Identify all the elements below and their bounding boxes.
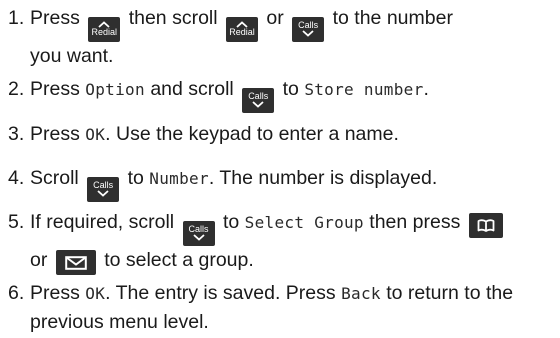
step-4: 4. Scroll Calls to Number. The number is … xyxy=(8,164,556,202)
display-text: OK xyxy=(85,125,106,144)
key-label: Calls xyxy=(248,91,269,101)
step-number: 2. xyxy=(8,78,25,100)
display-text: OK xyxy=(85,284,106,303)
step-text: then press xyxy=(369,211,461,233)
step-number: 1. xyxy=(8,7,25,29)
calls-key-icon: Calls xyxy=(292,16,325,42)
step-text: you want. xyxy=(30,44,114,67)
key-label: Calls xyxy=(93,180,114,190)
step-number: 3. xyxy=(8,123,25,145)
display-text: Number xyxy=(149,169,209,188)
step-text: Press xyxy=(30,78,80,100)
calls-key-icon: Calls xyxy=(182,220,215,246)
step-text: then scroll xyxy=(128,7,218,29)
step-6: 6. Press OK. The entry is saved. Press Ba… xyxy=(8,279,556,336)
step-text: . The entry is saved. Press xyxy=(105,282,336,304)
step-text: previous menu level. xyxy=(30,311,209,333)
step-text: to return to the xyxy=(386,282,514,304)
calls-key-icon: Calls xyxy=(87,176,120,202)
step-text: or xyxy=(266,7,284,29)
step-3: 3. Press OK. Use the keypad to enter a na… xyxy=(8,120,556,149)
redial-key-icon: Redial xyxy=(226,16,258,42)
step-text: Press xyxy=(30,7,80,29)
key-label: Redial xyxy=(91,27,118,37)
step-number: 6. xyxy=(8,282,25,304)
step-text: to the number xyxy=(332,7,453,29)
step-text: . The number is displayed. xyxy=(208,167,438,189)
step-text: and scroll xyxy=(150,78,234,100)
step-text: to xyxy=(127,167,144,189)
step-continuation: or to select a group. xyxy=(8,246,556,275)
step-text: to select a group. xyxy=(104,248,254,271)
calls-key-icon: Calls xyxy=(242,87,275,113)
step-text: Press xyxy=(30,123,80,145)
step-5: 5. If required, scroll Calls to Select Gr… xyxy=(8,208,556,275)
display-text: Select Group xyxy=(244,213,364,232)
display-text: Option xyxy=(85,80,145,99)
phonebook-key-icon xyxy=(468,213,503,238)
step-text: Press xyxy=(30,282,80,304)
key-label: Calls xyxy=(188,224,209,234)
message-key-icon xyxy=(55,250,96,275)
step-number: 4. xyxy=(8,167,25,189)
step-number: 5. xyxy=(8,211,25,233)
step-text: or xyxy=(30,248,48,271)
display-text: Back xyxy=(341,284,381,303)
step-text: . Use the keypad to enter a name. xyxy=(105,123,399,145)
step-text: Scroll xyxy=(30,167,79,189)
step-text: to xyxy=(282,78,299,100)
step-text: . xyxy=(423,78,429,100)
step-text: If required, scroll xyxy=(30,211,175,233)
display-text: Store number xyxy=(304,80,424,99)
step-text: to xyxy=(222,211,240,233)
step-2: 2. Press Option and scroll Calls to Store… xyxy=(8,75,556,113)
key-label: Calls xyxy=(298,20,319,30)
redial-key-icon: Redial xyxy=(88,16,121,42)
step-1: 1. Press Redial then scroll Redial or Cal… xyxy=(8,4,556,70)
key-label: Redial xyxy=(229,27,255,37)
